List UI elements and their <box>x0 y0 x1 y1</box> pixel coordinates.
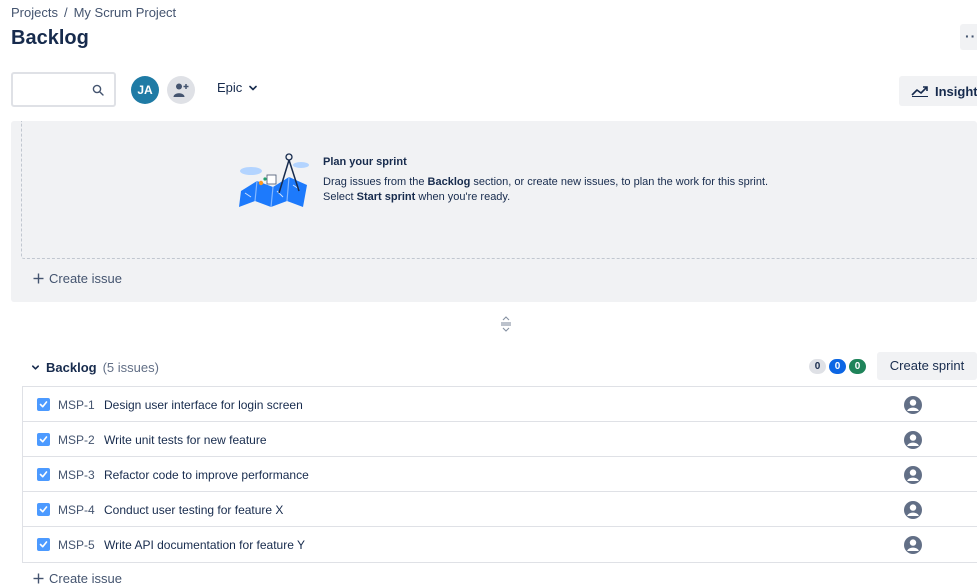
backlog-create-issue-label: Create issue <box>49 571 122 586</box>
toolbar: JA Epic Insights <box>11 72 977 107</box>
issue-key[interactable]: MSP-2 <box>58 433 95 447</box>
unassigned-avatar-icon[interactable] <box>903 395 923 415</box>
backlog-toggle[interactable]: Backlog (5 issues) <box>31 360 159 375</box>
issue-key[interactable]: MSP-4 <box>58 503 95 517</box>
issue-summary[interactable]: Write unit tests for new feature <box>104 433 267 447</box>
sprint-create-issue-label: Create issue <box>49 271 122 286</box>
unassigned-avatar-icon[interactable] <box>903 500 923 520</box>
table-row[interactable]: MSP-4 Conduct user testing for feature X <box>23 492 977 527</box>
create-sprint-button[interactable]: Create sprint <box>877 352 977 380</box>
breadcrumb-project-link[interactable]: My Scrum Project <box>74 5 177 20</box>
plus-icon <box>33 573 44 584</box>
breadcrumb-separator: / <box>63 5 68 20</box>
chevron-down-icon <box>249 85 258 90</box>
issue-summary[interactable]: Design user interface for login screen <box>104 398 303 412</box>
task-icon <box>37 433 50 446</box>
sprint-panel: Plan your sprint Drag issues from the Ba… <box>11 121 977 302</box>
task-icon <box>37 398 50 411</box>
sprint-planning-illustration <box>239 153 309 208</box>
issue-key[interactable]: MSP-5 <box>58 538 95 552</box>
table-row[interactable]: MSP-1 Design user interface for login sc… <box>23 387 977 422</box>
table-row[interactable]: MSP-2 Write unit tests for new feature <box>23 422 977 457</box>
done-count-badge: 0 <box>849 359 866 374</box>
avatar[interactable]: JA <box>131 76 159 104</box>
task-icon <box>37 468 50 481</box>
task-icon <box>37 503 50 516</box>
breadcrumb-projects-link[interactable]: Projects <box>11 5 58 20</box>
issue-summary[interactable]: Conduct user testing for feature X <box>104 503 283 517</box>
drag-handle-icon[interactable] <box>500 316 512 332</box>
in-progress-count-badge: 0 <box>829 359 846 374</box>
sprint-create-issue-button[interactable]: Create issue <box>33 271 122 286</box>
backlog-header: Backlog (5 issues) 0 0 0 Create sprint <box>11 352 977 380</box>
issue-summary[interactable]: Write API documentation for feature Y <box>104 538 305 552</box>
backlog-issue-list: MSP-1 Design user interface for login sc… <box>22 386 977 563</box>
table-row[interactable]: MSP-5 Write API documentation for featur… <box>23 527 977 562</box>
table-row[interactable]: MSP-3 Refactor code to improve performan… <box>23 457 977 492</box>
todo-count-badge: 0 <box>809 359 826 374</box>
unassigned-avatar-icon[interactable] <box>903 535 923 555</box>
issue-key[interactable]: MSP-3 <box>58 468 95 482</box>
page-title: Backlog <box>11 27 89 49</box>
status-counts: 0 0 0 <box>809 359 866 374</box>
plus-icon <box>33 273 44 284</box>
insights-button[interactable]: Insights <box>899 76 977 106</box>
unassigned-avatar-icon[interactable] <box>903 465 923 485</box>
more-actions-button[interactable]: ·· <box>960 24 977 50</box>
epic-filter-dropdown[interactable]: Epic <box>217 80 258 95</box>
task-icon <box>37 538 50 551</box>
add-people-button[interactable] <box>167 76 195 104</box>
issue-key[interactable]: MSP-1 <box>58 398 95 412</box>
backlog-title: Backlog <box>46 360 97 375</box>
search-icon <box>92 84 104 96</box>
sprint-empty-description: Drag issues from the Backlog section, or… <box>323 176 769 203</box>
chart-trend-icon <box>911 86 928 97</box>
sprint-empty-title: Plan your sprint <box>323 156 407 168</box>
backlog-issue-count: (5 issues) <box>102 360 159 375</box>
add-person-icon <box>173 83 189 97</box>
breadcrumb: Projects / My Scrum Project <box>11 5 176 20</box>
search-input[interactable] <box>11 72 116 107</box>
issue-summary[interactable]: Refactor code to improve performance <box>104 468 309 482</box>
unassigned-avatar-icon[interactable] <box>903 430 923 450</box>
chevron-down-icon <box>31 365 40 370</box>
backlog-create-issue-button[interactable]: Create issue <box>33 571 122 586</box>
epic-filter-label: Epic <box>217 80 243 95</box>
insights-label: Insights <box>935 83 977 99</box>
